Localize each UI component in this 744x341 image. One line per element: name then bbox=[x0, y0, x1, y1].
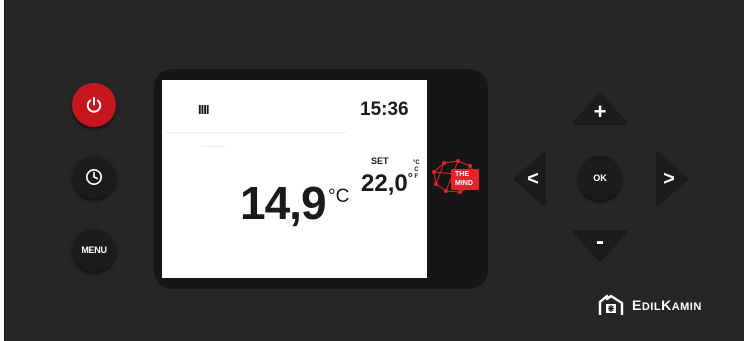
lcd-screen: IIII 15:36 SET °C C F 14,9 °C 22,0° bbox=[162, 80, 427, 278]
ok-button[interactable]: OK bbox=[578, 156, 622, 200]
right-button[interactable]: > bbox=[656, 152, 688, 206]
set-label: SET bbox=[371, 156, 389, 166]
plus-icon: + bbox=[593, 99, 607, 124]
unit-selector: °C C F bbox=[413, 160, 420, 181]
brand-letters: DIL bbox=[641, 301, 662, 313]
room-temperature: 14,9 bbox=[240, 177, 327, 229]
status-bars: IIII bbox=[198, 102, 209, 117]
ok-button-label: OK bbox=[593, 173, 607, 183]
up-button[interactable]: + bbox=[573, 93, 627, 125]
edilkamin-house-icon bbox=[598, 294, 624, 315]
unit-option: F bbox=[414, 174, 419, 180]
mind-text-line2: MIND bbox=[455, 180, 473, 187]
setpoint-value: 22,0° bbox=[361, 170, 413, 198]
edilkamin-wordmark: EDILKAMIN bbox=[632, 297, 702, 313]
minus-icon: - bbox=[596, 228, 604, 255]
brand-letter: E bbox=[632, 297, 642, 313]
setpoint-unit: ° bbox=[407, 170, 413, 185]
screen-divider bbox=[202, 146, 226, 147]
clock-time: 15:36 bbox=[360, 99, 409, 120]
screen-divider bbox=[166, 132, 346, 133]
clock-icon bbox=[86, 169, 102, 185]
edilkamin-logo: EDILKAMIN bbox=[598, 294, 702, 316]
brand-letters: AMIN bbox=[671, 301, 702, 313]
power-icon bbox=[86, 97, 102, 113]
menu-button-label: MENU bbox=[81, 245, 107, 255]
clock-button[interactable] bbox=[72, 155, 116, 199]
chevron-left-icon: < bbox=[527, 167, 539, 190]
setpoint-number: 22,0 bbox=[361, 170, 408, 197]
power-button[interactable] bbox=[72, 83, 116, 127]
room-temperature-unit: °C bbox=[328, 186, 350, 207]
menu-button[interactable]: MENU bbox=[72, 228, 116, 272]
unit-option: °C bbox=[413, 160, 420, 166]
the-mind-logo: THE MIND bbox=[430, 158, 480, 196]
mind-text-line1: THE bbox=[455, 171, 469, 178]
chevron-right-icon: > bbox=[663, 167, 675, 190]
left-button[interactable]: < bbox=[514, 152, 546, 206]
brand-letter: K bbox=[661, 297, 672, 313]
unit-option: C bbox=[414, 167, 419, 173]
down-button[interactable]: - bbox=[573, 228, 627, 262]
